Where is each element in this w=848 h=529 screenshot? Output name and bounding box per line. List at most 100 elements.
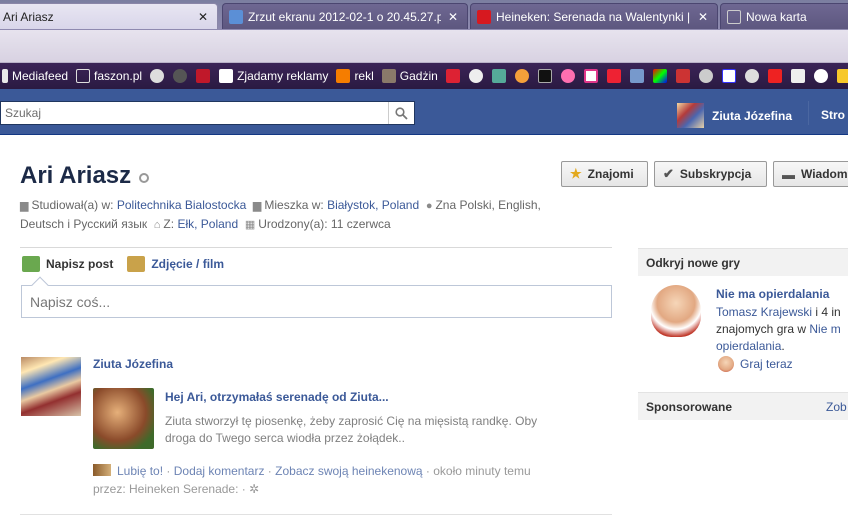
gear-icon[interactable]: ✲ xyxy=(249,482,259,496)
game-link[interactable]: opierdalania xyxy=(716,339,781,353)
profile-info: ▆ Studiował(a) w: Politechnika Bialostock… xyxy=(20,196,610,234)
view-link[interactable]: Zobacz swoją heinekenową xyxy=(275,464,422,478)
message-button[interactable]: ▬ Wiadom xyxy=(773,161,848,187)
status-dot-icon xyxy=(139,173,150,183)
story-thumbnail[interactable] xyxy=(93,388,154,449)
globe-icon[interactable] xyxy=(173,69,188,83)
bookmark-icon[interactable] xyxy=(514,69,529,83)
birthday-label: Urodzony(a): 11 czerwca xyxy=(258,217,391,231)
tab-photo-video[interactable]: Zdjęcie / film xyxy=(127,256,224,272)
close-icon[interactable]: ✕ xyxy=(445,10,461,24)
tab-new[interactable]: Nowa karta xyxy=(720,3,848,29)
tab-label: Napisz post xyxy=(46,257,114,271)
bookmark-icon[interactable] xyxy=(813,69,828,83)
bookmark-icon[interactable] xyxy=(629,69,644,83)
bookmark-icon[interactable] xyxy=(537,69,552,83)
bookmark-icon[interactable] xyxy=(836,69,848,83)
school-icon: ▆ xyxy=(20,200,29,212)
play-now-link[interactable]: Graj teraz xyxy=(718,356,793,372)
bookmark-icon[interactable] xyxy=(721,69,736,83)
friends-button-label: Znajomi xyxy=(587,167,634,181)
home-link[interactable]: Stro xyxy=(821,108,845,122)
story-author[interactable]: Ziuta Józefina xyxy=(93,357,173,371)
sponsored-title: Sponsorowane xyxy=(646,400,733,414)
timestamp[interactable]: około minuty temu xyxy=(433,464,530,478)
search-input[interactable] xyxy=(1,102,388,124)
game-text: i 4 in xyxy=(815,305,841,319)
story-description: Ziuta stworzył tę piosenkę, żeby zaprosi… xyxy=(165,414,538,445)
bookmark-mediafeed[interactable]: Mediafeed xyxy=(2,69,68,83)
subscribe-button[interactable]: ✔ Subskrypcja xyxy=(654,161,767,187)
game-description: Tomasz Krajewski i 4 in znajomych gra w … xyxy=(716,304,848,355)
subscribe-button-label: Subskrypcja xyxy=(679,167,752,181)
skull-icon[interactable] xyxy=(698,69,713,83)
game-title[interactable]: Nie ma opierdalania xyxy=(716,287,829,301)
wordpress-icon[interactable] xyxy=(150,69,165,83)
game-text: . xyxy=(781,339,785,353)
message-button-label: Wiadom xyxy=(801,167,848,181)
sponsored-header: Sponsorowane xyxy=(638,392,848,420)
bookmarks-bar: Mediafeed faszon.pl Zjadamy reklamy rekl… xyxy=(0,63,848,89)
tab-screenshot[interactable]: Zrzut ekranu 2012-02-1 o 20.45.27.png ✕ xyxy=(222,3,468,29)
divider xyxy=(20,247,612,248)
person-icon xyxy=(381,69,396,83)
red-logo-icon[interactable] xyxy=(196,69,211,83)
close-icon[interactable]: ✕ xyxy=(195,10,211,24)
tab-write-post[interactable]: Napisz post xyxy=(22,256,113,272)
bookmark-icon[interactable] xyxy=(606,69,621,83)
avatar[interactable] xyxy=(21,357,81,416)
status-input[interactable] xyxy=(22,286,611,317)
speech-bubble-icon xyxy=(22,256,40,272)
search-icon xyxy=(395,106,408,120)
city-link[interactable]: Białystok, Poland xyxy=(327,198,419,212)
blogger-icon xyxy=(336,69,351,83)
browser-tab-strip: Ari Ariasz ✕ Zrzut ekranu 2012-02-1 o 20… xyxy=(0,0,848,30)
bookmark-icon[interactable] xyxy=(790,69,805,83)
bookmark-label: rekl xyxy=(354,69,374,83)
bookmark-icon[interactable] xyxy=(445,69,460,83)
bookmark-faszon[interactable]: faszon.pl xyxy=(76,69,142,83)
heart-icon[interactable] xyxy=(560,69,575,83)
bookmark-icon[interactable] xyxy=(652,69,667,83)
lives-label: Mieszka w: xyxy=(264,198,324,212)
app-icon xyxy=(93,464,111,476)
image-icon xyxy=(229,9,243,24)
via-app: przez: Heineken Serenade: xyxy=(93,482,239,496)
school-link[interactable]: Politechnika Bialostocka xyxy=(117,198,246,212)
bookmark-icon[interactable] xyxy=(491,69,506,83)
friends-button[interactable]: ★ Znajomi xyxy=(561,161,648,187)
search-box xyxy=(0,101,415,125)
bookmark-zjadamy[interactable]: Zjadamy reklamy xyxy=(219,69,328,83)
story-title[interactable]: Hej Ari, otrzymałaś serenadę od Ziuta... xyxy=(165,390,389,404)
bookmark-icon[interactable] xyxy=(675,69,690,83)
bookmark-icon[interactable] xyxy=(767,69,782,83)
divider xyxy=(808,101,809,125)
like-link[interactable]: Lubię to! xyxy=(117,464,163,478)
search-button[interactable] xyxy=(388,102,414,124)
game-image[interactable] xyxy=(651,285,701,337)
languages-label: Zna Polski, English, xyxy=(435,198,541,212)
friend-link[interactable]: Tomasz Krajewski xyxy=(716,305,812,319)
sponsored-see-all-link[interactable]: Zob xyxy=(826,400,847,414)
tab-ari-ariasz[interactable]: Ari Ariasz ✕ xyxy=(0,3,218,29)
bookmark-rekl[interactable]: rekl xyxy=(336,69,374,83)
house-icon: ⌂ xyxy=(153,219,161,231)
close-icon[interactable]: ✕ xyxy=(695,10,711,24)
flower-icon[interactable] xyxy=(744,69,759,83)
tab-heineken[interactable]: Heineken: Serenada na Walentynki | K... … xyxy=(470,3,718,29)
bookmark-icon[interactable] xyxy=(468,69,483,83)
home-city-icon: ▆ xyxy=(252,200,262,212)
separator: · xyxy=(425,464,430,478)
message-icon: ▬ xyxy=(782,166,795,182)
game-text: znajomych gra w xyxy=(716,322,807,336)
comment-link[interactable]: Dodaj komentarz xyxy=(174,464,265,478)
bookmark-icon[interactable] xyxy=(583,69,598,83)
game-icon xyxy=(718,356,734,372)
check-circle-icon: ✔ xyxy=(663,166,674,181)
avatar xyxy=(677,103,704,128)
user-profile-link[interactable]: Ziuta Józefina xyxy=(677,103,792,128)
game-link[interactable]: Nie m xyxy=(809,322,840,336)
hometown-link[interactable]: Ełk, Poland xyxy=(177,217,238,231)
photo-icon xyxy=(127,256,146,272)
bookmark-gadzin[interactable]: Gadżin xyxy=(381,69,438,83)
